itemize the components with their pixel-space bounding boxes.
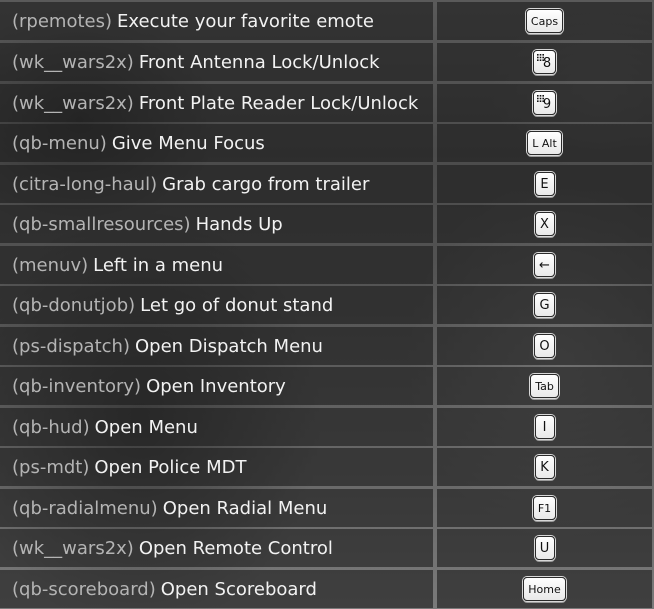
- keycap-u-icon[interactable]: U: [534, 536, 555, 560]
- keycap-f1-icon[interactable]: F1: [532, 496, 557, 520]
- keybind-description: (wk__wars2x) Front Antenna Lock/Unlock: [0, 43, 433, 81]
- keycap-caps-icon[interactable]: Caps: [525, 9, 564, 33]
- action-label: Execute your favorite emote: [117, 10, 374, 32]
- keycap-label: 9: [542, 97, 552, 112]
- keybind-row: (qb-menu) Give Menu Focus L Alt: [0, 124, 654, 162]
- keycap-e-icon[interactable]: E: [534, 172, 555, 196]
- action-label: Open Inventory: [146, 375, 286, 397]
- keybind-description: (qb-donutjob) Let go of donut stand: [0, 286, 433, 324]
- keybind-description: (menuv) Left in a menu: [0, 246, 433, 284]
- key-cell: O: [437, 327, 652, 365]
- resource-name: (wk__wars2x): [12, 51, 134, 73]
- keybind-row: (qb-smallresources) Hands Up X: [0, 205, 654, 243]
- key-cell: G: [437, 286, 652, 324]
- action-label: Open Police MDT: [94, 456, 247, 478]
- keycap-lalt-icon[interactable]: L Alt: [527, 131, 562, 155]
- resource-name: (citra-long-haul): [12, 173, 158, 195]
- key-cell: U: [437, 529, 652, 567]
- key-cell: X: [437, 205, 652, 243]
- resource-name: (qb-scoreboard): [12, 578, 156, 600]
- keybind-row: (wk__wars2x) Open Remote Control U: [0, 529, 654, 567]
- resource-name: (qb-smallresources): [12, 213, 191, 235]
- keybind-row: (qb-radialmenu) Open Radial Menu F1: [0, 489, 654, 527]
- keybind-row: (wk__wars2x) Front Plate Reader Lock/Unl…: [0, 84, 654, 122]
- keybind-description: (citra-long-haul) Grab cargo from traile…: [0, 165, 433, 203]
- keycap-label: 8: [542, 56, 552, 71]
- resource-name: (wk__wars2x): [12, 537, 134, 559]
- keybind-description: (ps-dispatch) Open Dispatch Menu: [0, 327, 433, 365]
- numpad-9-keycap-icon[interactable]: 9: [532, 91, 557, 115]
- key-cell: K: [437, 448, 652, 486]
- action-label: Open Remote Control: [138, 537, 333, 559]
- resource-name: (qb-donutjob): [12, 294, 136, 316]
- action-label: Give Menu Focus: [111, 132, 265, 154]
- keybind-description: (ps-mdt) Open Police MDT: [0, 448, 433, 486]
- resource-name: (wk__wars2x): [12, 92, 134, 114]
- key-cell: F1: [437, 489, 652, 527]
- keybind-row: (qb-donutjob) Let go of donut stand G: [0, 286, 654, 324]
- keybind-description: (wk__wars2x) Open Remote Control: [0, 529, 433, 567]
- keybind-description: (wk__wars2x) Front Plate Reader Lock/Unl…: [0, 84, 433, 122]
- keybind-row: (qb-scoreboard) Open Scoreboard Home: [0, 570, 654, 608]
- action-label: Let go of donut stand: [140, 294, 334, 316]
- keybind-description: (qb-inventory) Open Inventory: [0, 367, 433, 405]
- action-label: Front Plate Reader Lock/Unlock: [138, 92, 419, 114]
- action-label: Front Antenna Lock/Unlock: [138, 51, 380, 73]
- keybind-row: (qb-hud) Open Menu I: [0, 408, 654, 446]
- resource-name: (ps-mdt): [12, 456, 90, 478]
- action-label: Grab cargo from trailer: [162, 173, 370, 195]
- key-cell: I: [437, 408, 652, 446]
- keybind-description: (rpemotes) Execute your favorite emote: [0, 2, 433, 40]
- keybind-description: (qb-smallresources) Hands Up: [0, 205, 433, 243]
- numpad-grid-icon: [536, 54, 544, 61]
- key-cell: 9: [437, 84, 652, 122]
- numpad-8-keycap-icon[interactable]: 8: [532, 50, 557, 74]
- keycap-x-icon[interactable]: X: [534, 212, 555, 236]
- key-cell: L Alt: [437, 124, 652, 162]
- keycap-i-icon[interactable]: I: [534, 415, 555, 439]
- key-cell: ←: [437, 246, 652, 284]
- keybind-list: (rpemotes) Execute your favorite emote C…: [0, 0, 654, 609]
- key-cell: Home: [437, 570, 652, 608]
- keycap-k-icon[interactable]: K: [534, 455, 555, 479]
- keycap-g-icon[interactable]: G: [534, 293, 555, 317]
- keybind-description: (qb-menu) Give Menu Focus: [0, 124, 433, 162]
- resource-name: (qb-radialmenu): [12, 497, 158, 519]
- resource-name: (menuv): [12, 254, 89, 276]
- resource-name: (qb-hud): [12, 416, 90, 438]
- action-label: Open Dispatch Menu: [134, 335, 323, 357]
- keycap-home-icon[interactable]: Home: [523, 577, 566, 601]
- keybind-row: (qb-inventory) Open Inventory Tab: [0, 367, 654, 405]
- key-cell: Caps: [437, 2, 652, 40]
- key-cell: Tab: [437, 367, 652, 405]
- keybind-row: (menuv) Left in a menu ←: [0, 246, 654, 284]
- action-label: Open Radial Menu: [162, 497, 328, 519]
- keycap-o-icon[interactable]: O: [534, 334, 555, 358]
- keybind-row: (ps-dispatch) Open Dispatch Menu O: [0, 327, 654, 365]
- key-cell: E: [437, 165, 652, 203]
- resource-name: (qb-inventory): [12, 375, 142, 397]
- action-label: Left in a menu: [93, 254, 224, 276]
- action-label: Hands Up: [195, 213, 283, 235]
- arrow-left-keycap-icon[interactable]: ←: [534, 253, 555, 277]
- resource-name: (ps-dispatch): [12, 335, 130, 357]
- key-cell: 8: [437, 43, 652, 81]
- keybind-description: (qb-hud) Open Menu: [0, 408, 433, 446]
- action-label: Open Scoreboard: [160, 578, 317, 600]
- resource-name: (rpemotes): [12, 10, 113, 32]
- keybind-row: (ps-mdt) Open Police MDT K: [0, 448, 654, 486]
- action-label: Open Menu: [94, 416, 198, 438]
- numpad-grid-icon: [536, 95, 544, 102]
- keybind-description: (qb-scoreboard) Open Scoreboard: [0, 570, 433, 608]
- keybind-row: (wk__wars2x) Front Antenna Lock/Unlock 8: [0, 43, 654, 81]
- keybind-description: (qb-radialmenu) Open Radial Menu: [0, 489, 433, 527]
- resource-name: (qb-menu): [12, 132, 107, 154]
- keybind-row: (citra-long-haul) Grab cargo from traile…: [0, 165, 654, 203]
- keycap-tab-icon[interactable]: Tab: [530, 374, 559, 398]
- keybind-row: (rpemotes) Execute your favorite emote C…: [0, 2, 654, 40]
